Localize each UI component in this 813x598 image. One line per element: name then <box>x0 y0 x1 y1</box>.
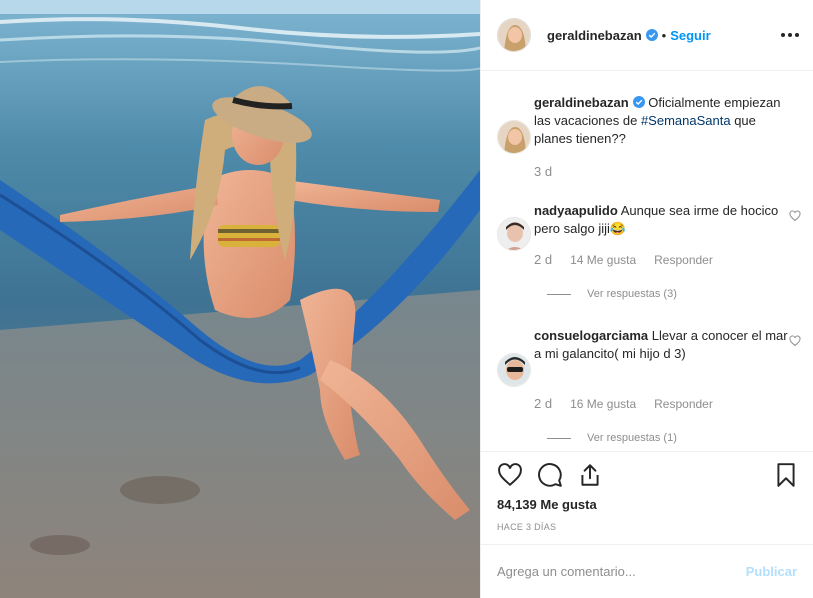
post-photo[interactable] <box>0 0 480 598</box>
view-replies-button[interactable]: Ver respuestas (3) <box>547 288 677 300</box>
caption-username[interactable]: geraldinebazan <box>534 95 645 110</box>
comments-list[interactable]: geraldinebazan Oficialmente empiezan las… <box>481 72 813 450</box>
author-username[interactable]: geraldinebazan <box>547 28 658 43</box>
comment-like-icon[interactable] <box>789 210 801 222</box>
post-actions: 84,139 Me gusta HACE 3 DÍAS <box>481 451 813 543</box>
publish-button[interactable]: Publicar <box>746 564 797 579</box>
likes-count[interactable]: 84,139 Me gusta <box>497 497 597 512</box>
comment-meta: 2 d 14 Me gusta Responder <box>534 252 713 267</box>
heart-icon[interactable] <box>497 462 523 488</box>
comment-likes[interactable]: 16 Me gusta <box>570 397 636 411</box>
comment-input[interactable] <box>497 564 746 579</box>
caption-meta: 3 d <box>534 164 552 179</box>
comment-likes[interactable]: 14 Me gusta <box>570 253 636 267</box>
caption-text: geraldinebazan Oficialmente empiezan las… <box>534 95 781 146</box>
post-date[interactable]: HACE 3 DÍAS <box>497 522 556 532</box>
commenter-avatar[interactable] <box>497 353 531 387</box>
caption-time[interactable]: 3 d <box>534 164 552 179</box>
hashtag-link[interactable]: #SemanaSanta <box>641 113 731 128</box>
commenter-avatar[interactable] <box>497 217 531 251</box>
comment-text: consuelogarciama Llevar a conocer el mar… <box>534 328 788 361</box>
reply-button[interactable]: Responder <box>654 253 713 267</box>
verified-badge-icon <box>645 28 658 41</box>
post-header: geraldinebazan • Seguir <box>481 0 813 71</box>
header-separator: • <box>661 27 667 43</box>
follow-button[interactable]: Seguir <box>670 28 710 43</box>
post-panel: geraldinebazan • Seguir geraldinebazan O… <box>480 0 813 598</box>
comment-time[interactable]: 2 d <box>534 252 552 267</box>
replies-line <box>547 437 571 439</box>
replies-line <box>547 293 571 295</box>
comment-like-icon[interactable] <box>789 335 801 347</box>
comment-username[interactable]: consuelogarciama <box>534 328 648 343</box>
comment-text: nadyaapulido Aunque sea irme de hocico p… <box>534 203 779 236</box>
view-replies-button[interactable]: Ver respuestas (1) <box>547 432 677 444</box>
author-avatar[interactable] <box>497 18 531 52</box>
comment-time[interactable]: 2 d <box>534 396 552 411</box>
verified-badge-icon <box>632 96 645 108</box>
share-icon[interactable] <box>577 462 603 488</box>
comment-icon[interactable] <box>537 462 563 488</box>
comment-composer: Publicar <box>481 544 813 598</box>
bookmark-icon[interactable] <box>773 462 799 488</box>
comment-meta: 2 d 16 Me gusta Responder <box>534 396 713 411</box>
action-icons <box>497 462 603 488</box>
author-avatar[interactable] <box>497 120 531 154</box>
more-horizontal-icon[interactable] <box>781 26 799 44</box>
reply-button[interactable]: Responder <box>654 397 713 411</box>
comment-username[interactable]: nadyaapulido <box>534 203 618 218</box>
